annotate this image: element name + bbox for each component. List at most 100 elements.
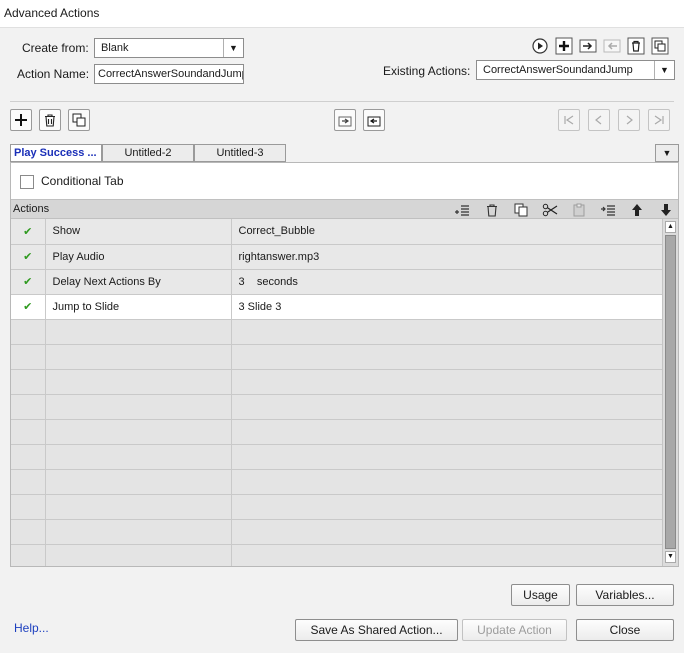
chevron-down-icon: ▼ xyxy=(662,148,672,158)
valid-check-cell: ✔ xyxy=(11,294,46,320)
action-cell[interactable]: Show xyxy=(45,219,232,245)
duplicate-icon xyxy=(72,113,86,127)
insert-action-button[interactable] xyxy=(453,201,471,219)
delete-decision-button[interactable] xyxy=(39,109,61,131)
paste-row-button[interactable] xyxy=(570,201,588,219)
arrow-up-icon xyxy=(632,204,642,216)
export-icon xyxy=(603,39,621,53)
checkmark-icon: ✔ xyxy=(23,251,33,263)
table-row[interactable] xyxy=(11,369,662,395)
delete-row-button[interactable] xyxy=(483,201,501,219)
last-decision-button[interactable] xyxy=(648,109,670,131)
table-row[interactable] xyxy=(11,544,662,566)
tab-untitled-3[interactable]: Untitled-3 xyxy=(194,144,286,162)
close-button[interactable]: Close xyxy=(576,619,674,641)
vertical-scrollbar[interactable]: ▲ ▼ xyxy=(662,219,678,566)
checkmark-icon: ✔ xyxy=(23,225,33,238)
separator xyxy=(10,101,674,102)
valid-check-cell: ✔ xyxy=(11,244,46,270)
cut-row-button[interactable] xyxy=(541,201,559,219)
table-row-selected[interactable]: ✔ Jump to Slide 3 Slide 3 xyxy=(11,294,662,320)
previous-decision-button[interactable] xyxy=(588,109,610,131)
existing-actions-dropdown[interactable]: CorrectAnswerSoundandJump ▼ xyxy=(476,60,675,80)
trash-icon xyxy=(45,114,55,127)
insert-below-icon xyxy=(601,205,615,216)
first-decision-button[interactable] xyxy=(558,109,580,131)
preview-button[interactable] xyxy=(531,37,549,55)
tabs-menu-button[interactable]: ▼ xyxy=(655,144,679,162)
import-icon xyxy=(338,116,352,127)
import-action-button[interactable] xyxy=(579,37,597,55)
play-icon xyxy=(532,38,548,54)
scroll-thumb[interactable] xyxy=(665,235,676,549)
plus-icon xyxy=(15,114,27,126)
import-icon xyxy=(579,39,597,53)
table-row[interactable] xyxy=(11,519,662,545)
target-cell[interactable]: 3 Slide 3 xyxy=(231,294,662,320)
duplicate-icon xyxy=(651,37,669,55)
trash-icon xyxy=(627,37,645,55)
import-decision-button[interactable] xyxy=(334,109,356,131)
skip-first-icon xyxy=(564,115,574,125)
table-row[interactable] xyxy=(11,419,662,445)
create-from-dropdown[interactable]: Blank ▼ xyxy=(94,38,244,58)
insert-rows-icon xyxy=(455,205,469,216)
add-action-button[interactable] xyxy=(555,37,573,55)
table-row[interactable]: ✔ Play Audio rightanswer.mp3 xyxy=(11,244,662,270)
target-cell[interactable]: 3 seconds xyxy=(231,269,662,295)
scroll-down-arrow-icon[interactable]: ▼ xyxy=(665,551,676,563)
next-decision-button[interactable] xyxy=(618,109,640,131)
table-row[interactable] xyxy=(11,494,662,520)
table-row[interactable] xyxy=(11,444,662,470)
add-decision-button[interactable] xyxy=(10,109,32,131)
indent-row-button[interactable] xyxy=(599,201,617,219)
move-down-button[interactable] xyxy=(657,201,675,219)
table-row[interactable]: ✔ Show Correct_Bubble xyxy=(11,219,662,245)
help-link[interactable]: Help... xyxy=(14,621,49,635)
conditional-tab-checkbox[interactable] xyxy=(20,175,34,189)
delete-action-button[interactable] xyxy=(627,37,645,55)
action-cell[interactable]: Play Audio xyxy=(45,244,232,270)
skip-last-icon xyxy=(654,115,664,125)
table-row[interactable] xyxy=(11,469,662,495)
valid-check-cell: ✔ xyxy=(11,219,46,245)
update-action-button[interactable]: Update Action xyxy=(462,619,567,641)
target-cell[interactable]: rightanswer.mp3 xyxy=(231,244,662,270)
chevron-right-icon xyxy=(626,115,633,125)
checkmark-icon: ✔ xyxy=(23,301,33,313)
title-bar: Advanced Actions xyxy=(0,0,684,28)
variables-button[interactable]: Variables... xyxy=(576,584,674,606)
copy-row-button[interactable] xyxy=(512,201,530,219)
actions-toolbar: Actions xyxy=(11,199,678,219)
tab-play-success[interactable]: Play Success ... xyxy=(10,144,102,162)
export-decision-button[interactable] xyxy=(363,109,385,131)
usage-button[interactable]: Usage xyxy=(511,584,570,606)
export-icon xyxy=(367,116,381,127)
actions-table: ✔ Show Correct_Bubble ✔ Play Audio right… xyxy=(11,219,662,566)
arrow-down-icon xyxy=(661,204,671,216)
scroll-up-arrow-icon[interactable]: ▲ xyxy=(665,221,676,233)
create-from-value: Blank xyxy=(101,42,129,54)
table-row[interactable]: ✔ Delay Next Actions By 3 seconds xyxy=(11,269,662,295)
table-row[interactable] xyxy=(11,344,662,370)
move-up-button[interactable] xyxy=(628,201,646,219)
valid-check-cell: ✔ xyxy=(11,269,46,295)
action-cell[interactable]: Delay Next Actions By xyxy=(45,269,232,295)
chevron-down-icon: ▼ xyxy=(654,61,674,79)
action-name-input[interactable]: CorrectAnswerSoundandJump xyxy=(94,64,244,84)
action-cell[interactable]: Jump to Slide xyxy=(45,294,232,320)
copy-icon xyxy=(514,203,528,217)
existing-actions-value: CorrectAnswerSoundandJump xyxy=(483,64,633,76)
save-shared-action-button[interactable]: Save As Shared Action... xyxy=(295,619,458,641)
target-cell[interactable]: Correct_Bubble xyxy=(231,219,662,245)
export-action-button[interactable] xyxy=(603,37,621,55)
create-from-label: Create from: xyxy=(22,41,89,55)
table-row[interactable] xyxy=(11,394,662,420)
tab-untitled-2[interactable]: Untitled-2 xyxy=(102,144,194,162)
action-name-label: Action Name: xyxy=(17,67,90,81)
duplicate-action-button[interactable] xyxy=(651,37,669,55)
scissors-icon xyxy=(542,203,558,217)
duplicate-decision-button[interactable] xyxy=(68,109,90,131)
table-row[interactable] xyxy=(11,319,662,345)
trash-icon xyxy=(487,204,497,217)
